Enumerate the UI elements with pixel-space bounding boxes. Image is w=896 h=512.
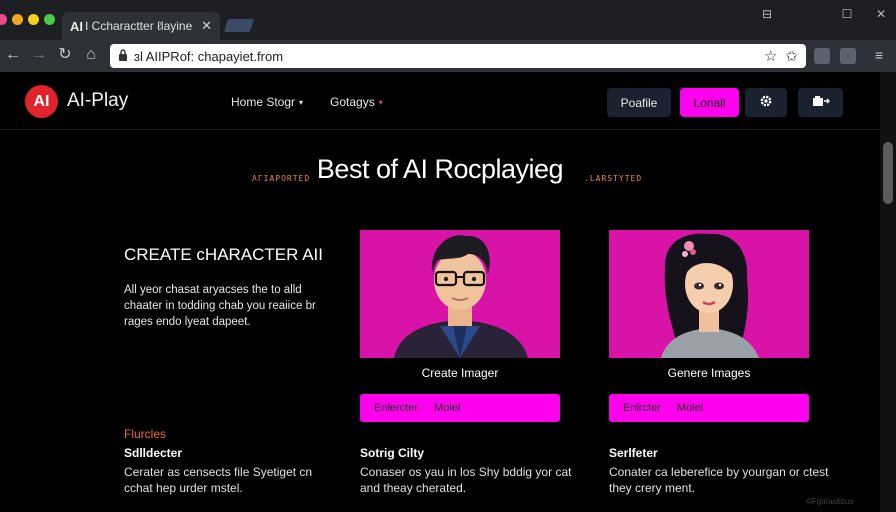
card-bar-left-label[interactable]: Enlercter: [374, 402, 418, 414]
favorites-star-icon[interactable]: ✩: [785, 47, 798, 65]
minimize-dot-icon[interactable]: [12, 14, 23, 25]
feature-title-1: Sdlldecter: [124, 446, 183, 460]
reload-icon[interactable]: ↻: [54, 44, 76, 66]
window-dots: [0, 14, 55, 25]
browser-titlebar: AI Ι Ccharactter ℓlaуine ✕ ⊟ ☐ ✕: [0, 0, 896, 40]
window-minimize-icon[interactable]: ⊟: [752, 5, 782, 23]
account-button[interactable]: [798, 88, 843, 117]
lock-icon: [118, 48, 128, 64]
forward-arrow-icon[interactable]: →: [28, 44, 50, 66]
intro-body: All yeor chasat aryacses the to alld cha…: [124, 284, 316, 328]
nav-home-label: Home Stogr: [231, 95, 296, 109]
gear-icon: [759, 94, 773, 111]
site-logo-text[interactable]: AI-Play: [67, 90, 128, 112]
feature-title-3: Serlfeter: [609, 446, 658, 460]
tab-favicon: AI: [70, 18, 83, 34]
hero-tag-right: .LARSTYTED: [584, 174, 643, 183]
intro-heading: CREATE cHARACTER AII: [124, 245, 323, 264]
feature-title-2: Sotrig Cilty: [360, 446, 425, 460]
chevron-down-icon: ▾: [378, 98, 383, 108]
extension-icon[interactable]: [814, 48, 830, 64]
browser-tab-active[interactable]: AI Ι Ccharactter ℓlaуine ✕: [62, 12, 220, 40]
chevron-down-icon: ▾: [299, 98, 304, 108]
bookmark-star-icon[interactable]: ☆: [764, 47, 777, 65]
card-action-bar-1[interactable]: Enlercter Molel: [360, 394, 560, 422]
new-tab-button[interactable]: [223, 19, 255, 32]
scrollbar-track[interactable]: [880, 72, 896, 512]
feature-body-2: Conaser os yau in los Shy bddig yor cat …: [360, 465, 572, 495]
close-dot-icon[interactable]: [0, 14, 7, 25]
extension-icon-2[interactable]: [840, 48, 856, 64]
card-bar-left-label[interactable]: Enlrcter: [623, 402, 661, 414]
feature-body-3: Conater ca leberefice by yourgan or ctes…: [609, 465, 829, 495]
tab-close-icon[interactable]: ✕: [201, 18, 212, 34]
profile-button[interactable]: Poafile: [607, 88, 671, 117]
home-icon[interactable]: ⌂: [80, 44, 102, 66]
card-action-bar-2[interactable]: Enlrcter Molel: [609, 394, 809, 422]
watermark: ©Fgtr/astlzus: [806, 497, 854, 506]
nav-categories-label: Gotagys: [330, 95, 375, 109]
hero-title: Best of AI Rocplayieg: [316, 154, 564, 184]
card-bar-right-label[interactable]: Molel: [434, 402, 460, 414]
nav-categories[interactable]: Gotagys ▾: [330, 95, 383, 109]
character-card-image-female[interactable]: [609, 230, 809, 358]
fullscreen-dot-icon[interactable]: [44, 14, 55, 25]
login-button[interactable]: Lonall: [680, 88, 739, 117]
female-avatar-illustration: [661, 233, 759, 358]
zoom-dot-icon[interactable]: [28, 14, 39, 25]
site-logo-badge[interactable]: AI: [25, 85, 58, 118]
url-text[interactable]: ɜl AΙΙPRof: chapayiet.from: [134, 49, 756, 64]
card-caption-generate-images: Genere Images: [667, 366, 751, 380]
features-tag: Flurcles: [124, 427, 167, 441]
window-maximize-icon[interactable]: ☐: [832, 5, 862, 23]
male-avatar-illustration: [394, 235, 528, 358]
card-bar-right-label[interactable]: Molel: [677, 402, 703, 414]
feature-body-1: Cerater as censects file Syetiget cn cch…: [124, 465, 313, 495]
address-bar[interactable]: ɜl AΙΙPRof: chapayiet.from ☆ ✩: [110, 44, 806, 68]
window-close-icon[interactable]: ✕: [866, 5, 896, 23]
card-caption-create-image: Create Imager: [421, 366, 499, 380]
settings-button[interactable]: [745, 88, 787, 117]
nav-home[interactable]: Home Stogr ▾: [231, 95, 303, 109]
scrollbar-thumb[interactable]: [883, 142, 893, 204]
back-arrow-icon[interactable]: ←: [2, 44, 24, 66]
tab-title: Ι Ccharactter ℓlaуine: [85, 19, 193, 33]
menu-icon[interactable]: ≡: [868, 44, 890, 66]
character-card-image-male[interactable]: [360, 230, 560, 358]
user-switch-icon: [812, 95, 830, 110]
